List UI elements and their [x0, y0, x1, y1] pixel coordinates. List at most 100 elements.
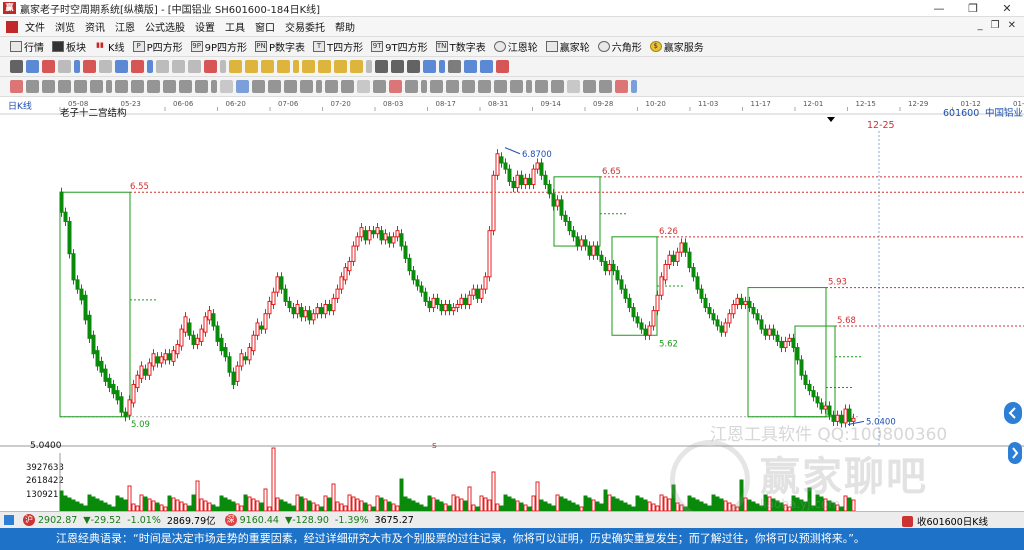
analysis-tool-icon[interactable] — [421, 80, 427, 93]
analysis-tool-icon[interactable] — [535, 80, 548, 93]
drawing-tool-icon[interactable] — [147, 60, 153, 73]
analysis-tool-icon[interactable] — [42, 80, 55, 93]
menu-gann[interactable]: 江恩 — [110, 19, 140, 34]
analysis-tool-icon[interactable] — [131, 80, 144, 93]
side-scroll-button[interactable] — [1004, 402, 1022, 424]
analysis-tool-icon[interactable] — [478, 80, 491, 93]
maximize-button[interactable]: ❐ — [956, 0, 990, 17]
analysis-tool-icon[interactable] — [389, 80, 402, 93]
kline-chart-panel[interactable]: 05-08 05-23 06-06 06-20 07-06 07-20 08-03 08-17… — [0, 97, 1024, 512]
analysis-tool-icon[interactable] — [446, 80, 459, 93]
mdi-restore-button[interactable]: ❐ — [991, 20, 1000, 31]
analysis-tool-icon[interactable] — [316, 80, 322, 93]
analysis-tool-icon[interactable] — [220, 80, 233, 93]
analysis-tool-icon[interactable] — [405, 80, 418, 93]
drawing-tool-icon[interactable] — [334, 60, 347, 73]
analysis-tool-icon[interactable] — [115, 80, 128, 93]
analysis-tool-icon[interactable] — [236, 80, 249, 93]
toolbar-winner-wheel-button[interactable]: 赢家轮 — [545, 39, 590, 54]
drawing-tool-icon[interactable] — [131, 60, 144, 73]
analysis-tool-icon[interactable] — [90, 80, 103, 93]
drawing-tool-icon[interactable] — [391, 60, 404, 73]
drawing-tool-icon[interactable] — [375, 60, 388, 73]
toolbar-t-square-button[interactable]: T T四方形 — [313, 39, 363, 54]
drawing-tool-icon[interactable] — [448, 60, 461, 73]
analysis-tool-icon[interactable] — [341, 80, 354, 93]
toolbar-quotes-button[interactable]: 行情 — [10, 39, 44, 54]
toolbar-9t-square-button[interactable]: 9T 9T四方形 — [371, 39, 428, 54]
analysis-tool-icon[interactable] — [567, 80, 580, 93]
menu-formula[interactable]: 公式选股 — [140, 19, 190, 34]
drawing-tool-icon[interactable] — [115, 60, 128, 73]
drawing-tool-icon[interactable] — [407, 60, 420, 73]
analysis-tool-icon[interactable] — [211, 80, 217, 93]
drawing-tool-icon[interactable] — [172, 60, 185, 73]
drawing-tool-icon[interactable] — [229, 60, 242, 73]
drawing-tool-icon[interactable] — [366, 60, 372, 73]
drawing-tool-icon[interactable] — [58, 60, 71, 73]
kline-chart[interactable]: 05-08 05-23 06-06 06-20 07-06 07-20 08-03 08-17… — [0, 97, 1024, 512]
toolbar-gann-wheel-button[interactable]: 江恩轮 — [493, 39, 538, 54]
menu-browse[interactable]: 浏览 — [50, 19, 80, 34]
mdi-minimize-button[interactable]: _ — [978, 20, 983, 31]
analysis-tool-icon[interactable] — [631, 80, 637, 93]
analysis-tool-icon[interactable] — [430, 80, 443, 93]
menu-file[interactable]: 文件 — [20, 19, 50, 34]
drawing-tool-icon[interactable] — [350, 60, 363, 73]
toolbar-kline-button[interactable]: ▮▮ K线 — [94, 39, 124, 54]
toolbar-p-table-button[interactable]: PN P数字表 — [255, 39, 305, 54]
drawing-tool-icon[interactable] — [318, 60, 331, 73]
analysis-tool-icon[interactable] — [268, 80, 281, 93]
menu-help[interactable]: 帮助 — [330, 19, 360, 34]
drawing-tool-icon[interactable] — [99, 60, 112, 73]
drawing-tool-icon[interactable] — [42, 60, 55, 73]
menu-settings[interactable]: 设置 — [190, 19, 220, 34]
drawing-tool-icon[interactable] — [261, 60, 274, 73]
toolbar-9p-square-button[interactable]: 9P 9P四方形 — [190, 39, 247, 54]
analysis-tool-icon[interactable] — [325, 80, 338, 93]
analysis-tool-icon[interactable] — [599, 80, 612, 93]
analysis-tool-icon[interactable] — [26, 80, 39, 93]
drawing-tool-icon[interactable] — [220, 60, 226, 73]
drawing-tool-icon[interactable] — [26, 60, 39, 73]
toolbar-sector-button[interactable]: 板块 — [52, 39, 86, 54]
drawing-tool-icon[interactable] — [10, 60, 23, 73]
side-tab-button[interactable] — [1008, 442, 1022, 464]
drawing-tool-icon[interactable] — [204, 60, 217, 73]
analysis-tool-icon[interactable] — [462, 80, 475, 93]
analysis-tool-icon[interactable] — [179, 80, 192, 93]
drawing-tool-icon[interactable] — [74, 60, 80, 73]
analysis-tool-icon[interactable] — [494, 80, 507, 93]
analysis-tool-icon[interactable] — [163, 80, 176, 93]
analysis-tool-icon[interactable] — [510, 80, 523, 93]
analysis-tool-icon[interactable] — [357, 80, 370, 93]
menu-window[interactable]: 窗口 — [250, 19, 280, 34]
drawing-tool-icon[interactable] — [293, 60, 299, 73]
mdi-close-button[interactable]: ✕ — [1008, 20, 1016, 31]
drawing-tool-icon[interactable] — [245, 60, 258, 73]
analysis-tool-icon[interactable] — [551, 80, 564, 93]
minimize-button[interactable]: — — [922, 0, 956, 17]
analysis-tool-icon[interactable] — [147, 80, 160, 93]
analysis-tool-icon[interactable] — [10, 80, 23, 93]
analysis-tool-icon[interactable] — [74, 80, 87, 93]
analysis-tool-icon[interactable] — [106, 80, 112, 93]
drawing-tool-icon[interactable] — [188, 60, 201, 73]
drawing-tool-icon[interactable] — [156, 60, 169, 73]
status-menu-icon[interactable] — [4, 515, 14, 525]
toolbar-t-table-button[interactable]: TN T数字表 — [435, 39, 486, 54]
drawing-tool-icon[interactable] — [277, 60, 290, 73]
toolbar-hexagon-button[interactable]: 六角形 — [597, 39, 642, 54]
drawing-tool-icon[interactable] — [480, 60, 493, 73]
analysis-tool-icon[interactable] — [373, 80, 386, 93]
toolbar-p-square-button[interactable]: P P四方形 — [132, 39, 183, 54]
analysis-tool-icon[interactable] — [615, 80, 628, 93]
analysis-tool-icon[interactable] — [583, 80, 596, 93]
analysis-tool-icon[interactable] — [526, 80, 532, 93]
drawing-tool-icon[interactable] — [464, 60, 477, 73]
drawing-tool-icon[interactable] — [496, 60, 509, 73]
analysis-tool-icon[interactable] — [284, 80, 297, 93]
analysis-tool-icon[interactable] — [252, 80, 265, 93]
close-button[interactable]: ✕ — [990, 0, 1024, 17]
menu-info[interactable]: 资讯 — [80, 19, 110, 34]
